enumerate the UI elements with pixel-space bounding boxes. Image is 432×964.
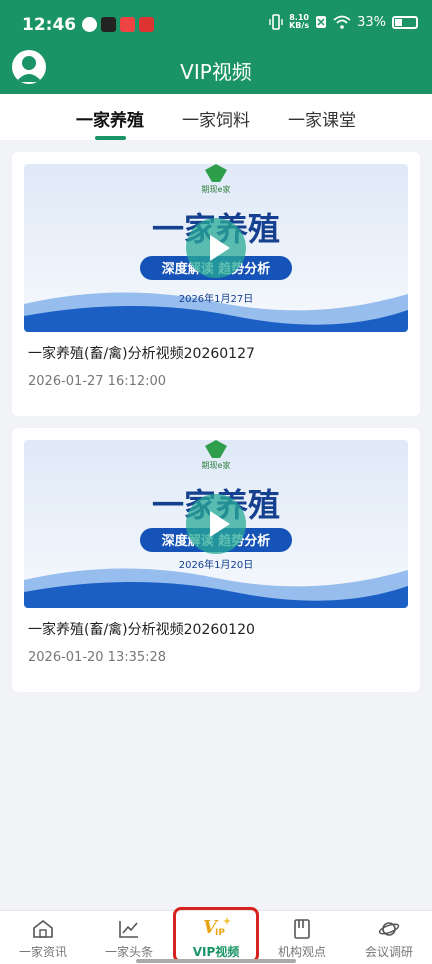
nav-institution-views[interactable]: 机构观点 [259,911,345,964]
video-timestamp: 2026-01-27 16:12:00 [28,374,167,389]
nav-headlines[interactable]: 一家头条 [86,911,172,964]
wifi-icon [333,15,351,29]
video-thumbnail[interactable]: 期现e家 一家养殖 深度解读 趋势分析 2026年1月20日 [24,440,408,608]
tab-classroom[interactable]: 一家课堂 [288,106,356,131]
trend-chart-icon [119,921,138,938]
thumb-date: 2026年1月27日 [179,292,254,305]
video-timestamp: 2026-01-20 13:35:28 [28,650,167,665]
planet-icon [378,922,400,936]
video-thumbnail[interactable]: 期现e家 一家养殖 深度解读 趋势分析 2026年1月27日 [24,164,408,332]
tab-feed[interactable]: 一家饲料 [182,106,250,131]
page-title: VIP视频 [180,60,252,84]
video-card[interactable]: 期现e家 一家养殖 深度解读 趋势分析 2026年1月20日 一家养殖(畜/禽)… [12,428,420,692]
video-title: 一家养殖(畜/禽)分析视频20260127 [28,346,255,362]
app-header: 12:46 8.10 KB/s 33% VIP视频 [0,0,432,94]
nav-news[interactable]: 一家资讯 [0,911,86,964]
highlight-box [173,907,259,963]
thumb-date: 2026年1月20日 [179,558,254,571]
thumb-logo: 期现e家 [202,184,231,194]
book-icon [294,919,310,939]
news-app-icon [139,17,154,32]
category-tabs: 一家养殖 一家饲料 一家课堂 [0,94,432,140]
nav-label: 一家头条 [104,945,153,959]
home-icon [33,919,53,938]
video-card[interactable]: 期现e家 一家养殖 深度解读 趋势分析 2026年1月27日 一家养殖(畜/禽)… [12,152,420,416]
active-tab-indicator [95,136,126,140]
notification-icons [82,17,154,32]
play-icon[interactable] [186,494,246,554]
video-title: 一家养殖(畜/禽)分析视频20260120 [28,622,255,638]
shopping-app-icon [120,17,135,32]
thumb-logo: 期现e家 [202,460,231,470]
gesture-bar [136,959,296,963]
status-time: 12:46 [22,15,77,35]
play-icon[interactable] [186,218,246,278]
app-notification-icon [82,17,97,32]
speed-unit: KB/s [289,21,310,30]
sim-off-icon [316,16,327,28]
nav-label: 会议调研 [364,945,413,959]
battery-percent: 33% [357,14,386,30]
vibrate-icon [269,14,283,30]
nav-label: 机构观点 [277,945,326,959]
nav-meetings[interactable]: 会议调研 [346,911,432,964]
video-app-icon [101,17,116,32]
network-speed: 8.10 KB/s [289,14,309,30]
nav-label: 一家资讯 [18,945,67,959]
tab-breeding[interactable]: 一家养殖 [76,106,144,131]
status-right: 8.10 KB/s 33% [269,14,418,30]
status-bar: 12:46 8.10 KB/s 33% [0,0,432,46]
battery-icon [392,15,418,29]
